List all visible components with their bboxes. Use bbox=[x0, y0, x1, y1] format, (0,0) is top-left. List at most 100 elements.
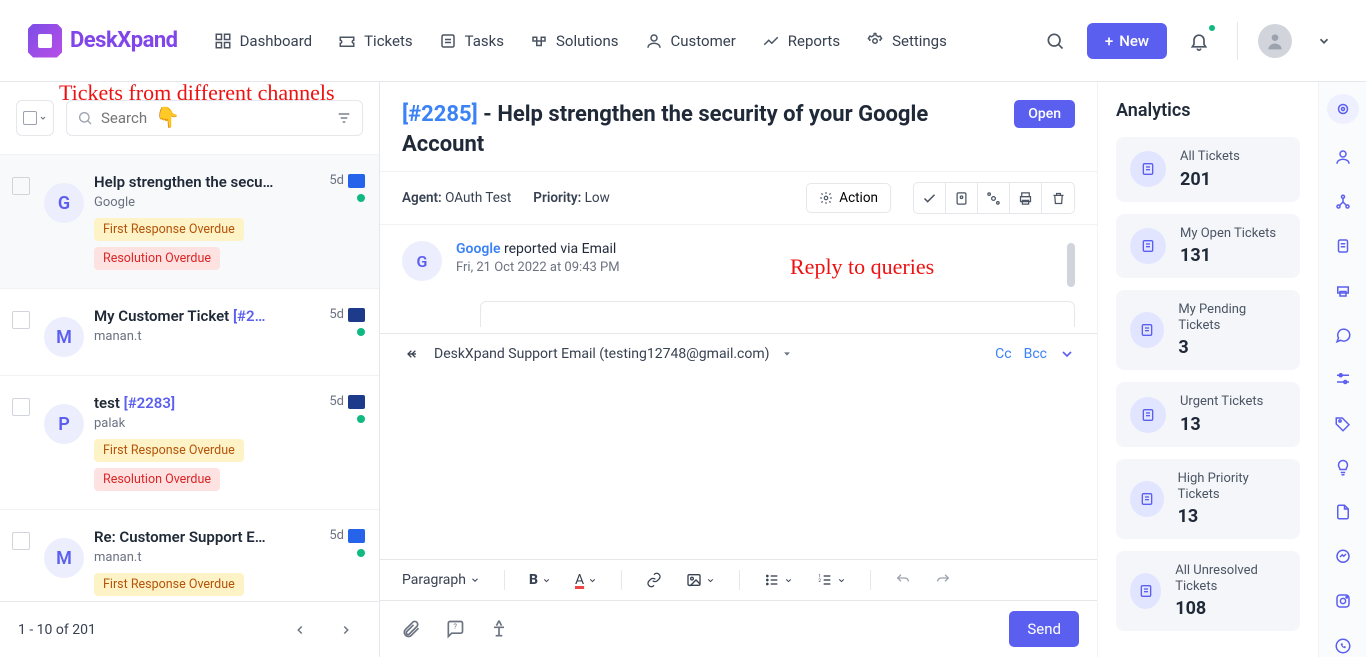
nav-tickets[interactable]: Tickets bbox=[338, 32, 413, 50]
stat-card[interactable]: My Open Tickets131 bbox=[1116, 214, 1300, 279]
search-button[interactable] bbox=[1037, 23, 1073, 59]
notifications-button[interactable] bbox=[1181, 23, 1217, 59]
image-button[interactable] bbox=[686, 572, 715, 588]
sb-org-icon[interactable] bbox=[1331, 190, 1355, 212]
logo[interactable]: DeskXpand bbox=[28, 24, 178, 58]
stat-value: 13 bbox=[1180, 414, 1263, 435]
list-toolbar: 👇 bbox=[0, 82, 379, 154]
reply-to-row: DeskXpand Support Email (testing12748@gm… bbox=[380, 334, 1097, 374]
cc-toggle[interactable]: Cc bbox=[995, 346, 1011, 362]
attachment-icon[interactable] bbox=[398, 616, 424, 642]
search-input[interactable] bbox=[101, 109, 328, 127]
nav-reports[interactable]: Reports bbox=[762, 32, 840, 50]
numbered-list-button[interactable]: 12 bbox=[817, 572, 846, 588]
profile-avatar[interactable] bbox=[1258, 24, 1292, 58]
status-dot bbox=[357, 415, 365, 423]
sb-print-icon[interactable] bbox=[1331, 279, 1355, 301]
nav-label: Settings bbox=[892, 32, 947, 50]
status-badge[interactable]: Open bbox=[1014, 100, 1075, 128]
nav-label: Solutions bbox=[556, 32, 619, 50]
trash-icon[interactable] bbox=[1042, 183, 1074, 213]
ticket-checkbox[interactable] bbox=[12, 177, 30, 195]
ticket-tag: Resolution Overdue bbox=[94, 468, 220, 491]
stat-card[interactable]: All Unresolved Tickets108 bbox=[1116, 551, 1300, 631]
nav-solutions[interactable]: Solutions bbox=[530, 32, 619, 50]
nav-label: Customer bbox=[671, 32, 736, 50]
text-color-button[interactable]: A bbox=[575, 572, 597, 588]
prev-page[interactable] bbox=[285, 615, 315, 645]
sb-tag-icon[interactable] bbox=[1331, 412, 1355, 434]
ticket-avatar: M bbox=[44, 317, 84, 357]
stat-card[interactable]: My Pending Tickets3 bbox=[1116, 290, 1300, 370]
ticket-item[interactable]: P test [#2283] palak First Response Over… bbox=[0, 376, 379, 510]
sb-slider-icon[interactable] bbox=[1331, 368, 1355, 390]
sb-chat-icon[interactable] bbox=[1331, 324, 1355, 346]
redo-button[interactable] bbox=[935, 572, 951, 588]
ticket-item[interactable]: G Help strengthen the secu… Google First… bbox=[0, 155, 379, 289]
merge-icon[interactable] bbox=[978, 183, 1010, 213]
sb-whatsapp-icon[interactable] bbox=[1331, 635, 1355, 657]
expand-recipients-icon[interactable] bbox=[1059, 346, 1075, 362]
message-body-box bbox=[480, 301, 1075, 327]
sb-instagram-icon[interactable] bbox=[1331, 590, 1355, 612]
paragraph-label: Paragraph bbox=[402, 572, 466, 588]
undo-button[interactable] bbox=[895, 572, 911, 588]
sb-clipboard-icon[interactable] bbox=[1331, 235, 1355, 257]
nav-dashboard[interactable]: Dashboard bbox=[214, 32, 313, 50]
check-icon[interactable] bbox=[914, 183, 946, 213]
filter-icon[interactable] bbox=[336, 110, 352, 126]
sb-user-icon[interactable] bbox=[1331, 146, 1355, 168]
ticket-checkbox[interactable] bbox=[12, 398, 30, 416]
grid-icon bbox=[214, 32, 232, 50]
ticket-icon bbox=[338, 32, 356, 50]
pagination-text: 1 - 10 of 201 bbox=[18, 622, 96, 638]
ticket-item-from: manan.t bbox=[94, 329, 319, 344]
send-button[interactable]: Send bbox=[1009, 611, 1079, 647]
stat-icon bbox=[1130, 228, 1166, 264]
action-label: Action bbox=[839, 190, 878, 206]
sb-messenger-icon[interactable] bbox=[1331, 546, 1355, 568]
sb-analytics-icon[interactable] bbox=[1327, 94, 1359, 124]
next-page[interactable] bbox=[331, 615, 361, 645]
canned-response-icon[interactable]: ? bbox=[442, 616, 468, 642]
profile-dropdown[interactable] bbox=[1306, 23, 1342, 59]
ticket-item[interactable]: M My Customer Ticket [#2… manan.t 5d bbox=[0, 289, 379, 376]
sb-doc-icon[interactable] bbox=[1331, 501, 1355, 523]
to-dropdown-icon[interactable] bbox=[782, 349, 792, 359]
nav-tasks[interactable]: Tasks bbox=[439, 32, 504, 50]
stat-card[interactable]: Urgent Tickets13 bbox=[1116, 382, 1300, 447]
search-box[interactable]: 👇 bbox=[66, 100, 363, 136]
reply-all-icon[interactable] bbox=[402, 346, 422, 362]
stat-value: 201 bbox=[1180, 169, 1240, 190]
ticket-detail-panel: [#2285] - Help strengthen the security o… bbox=[380, 82, 1097, 657]
user-action-icon[interactable] bbox=[946, 183, 978, 213]
ticket-item-time: 5d bbox=[329, 173, 365, 188]
scroll-indicator[interactable] bbox=[1067, 243, 1075, 287]
bcc-toggle[interactable]: Bcc bbox=[1024, 346, 1047, 362]
report-date: Fri, 21 Oct 2022 at 09:43 PM bbox=[456, 260, 620, 275]
reply-textarea[interactable] bbox=[380, 374, 1097, 559]
select-all-dropdown[interactable] bbox=[16, 100, 54, 136]
stat-card[interactable]: High Priority Tickets13 bbox=[1116, 459, 1300, 539]
link-button[interactable] bbox=[646, 572, 662, 588]
format-paragraph[interactable]: Paragraph bbox=[402, 572, 480, 588]
print-icon[interactable] bbox=[1010, 183, 1042, 213]
ticket-checkbox[interactable] bbox=[12, 532, 30, 550]
nav-customer[interactable]: Customer bbox=[645, 32, 736, 50]
ticket-list: G Help strengthen the secu… Google First… bbox=[0, 154, 379, 601]
stat-value: 131 bbox=[1180, 245, 1276, 266]
action-button[interactable]: Action bbox=[806, 183, 891, 213]
bullet-list-button[interactable] bbox=[764, 572, 793, 588]
ticket-item[interactable]: M Re: Customer Support E… manan.t First … bbox=[0, 510, 379, 601]
stat-label: All Unresolved Tickets bbox=[1175, 563, 1286, 594]
ticket-checkbox[interactable] bbox=[12, 311, 30, 329]
sb-bulb-icon[interactable] bbox=[1331, 457, 1355, 479]
nav-settings[interactable]: Settings bbox=[866, 32, 947, 50]
stat-card[interactable]: All Tickets201 bbox=[1116, 137, 1300, 202]
ticket-item-time: 5d bbox=[329, 528, 365, 543]
nav-label: Tasks bbox=[465, 32, 504, 50]
bold-button[interactable]: B bbox=[529, 572, 551, 588]
reply-editor: DeskXpand Support Email (testing12748@gm… bbox=[380, 333, 1097, 657]
kb-icon[interactable] bbox=[486, 616, 512, 642]
new-button[interactable]: +New bbox=[1087, 23, 1167, 59]
